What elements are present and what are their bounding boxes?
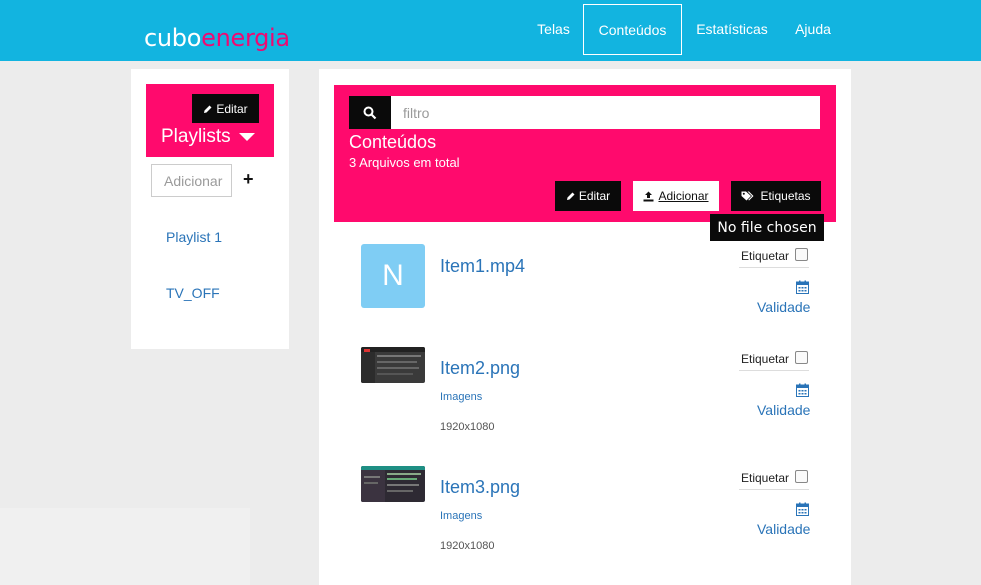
playlists-dropdown[interactable]: Playlists [161, 126, 255, 148]
search-icon [363, 106, 377, 119]
top-navbar: cuboenergia Telas Conteúdos Estatísticas… [0, 0, 981, 61]
tag-checkbox[interactable] [795, 351, 808, 364]
item-name[interactable]: Item3.png [440, 477, 520, 498]
playlists-panel: Editar Playlists + Playlist 1 TV_OFF [131, 69, 289, 349]
item-thumbnail[interactable]: N [361, 244, 425, 308]
playlists-title: Playlists [161, 126, 231, 147]
item-name[interactable]: Item2.png [440, 358, 520, 379]
calendar-icon[interactable] [796, 280, 809, 294]
content-header: Conteúdos 3 Arquivos em total Editar Adi… [334, 85, 836, 222]
add-content-button[interactable]: Adicionar [633, 181, 719, 211]
pencil-icon [566, 192, 575, 200]
nav-conteudos[interactable]: Conteúdos [583, 4, 682, 55]
item-thumbnail[interactable] [361, 347, 425, 383]
item-resolution: 1920x1080 [440, 421, 495, 433]
validity-link[interactable]: Validade [757, 402, 810, 418]
playlist-item[interactable]: Playlist 1 [166, 229, 222, 245]
item-category: Imagens [440, 510, 483, 522]
add-playlist-input[interactable] [151, 164, 232, 197]
validity-link[interactable]: Validade [757, 299, 810, 315]
add-content-label: Adicionar [658, 189, 709, 203]
brand-logo-part1: cubo [144, 24, 202, 52]
edit-content-button[interactable]: Editar [555, 181, 621, 211]
brand-logo-part2: energia [201, 24, 290, 52]
file-tooltip: No file chosen [710, 214, 824, 241]
item-category: Imagens [440, 391, 483, 403]
upload-icon [643, 191, 654, 201]
image-thumbnail [361, 466, 425, 502]
content-count: 3 Arquivos em total [349, 155, 460, 170]
tag-checkbox[interactable] [795, 470, 808, 483]
nav-telas[interactable]: Telas [526, 0, 581, 61]
filter-input[interactable] [391, 96, 820, 129]
content-panel: Conteúdos 3 Arquivos em total Editar Adi… [319, 69, 851, 585]
calendar-icon[interactable] [796, 502, 809, 516]
caret-down-icon [238, 133, 255, 141]
playlist-item[interactable]: TV_OFF [166, 285, 220, 301]
item-name[interactable]: Item1.mp4 [440, 256, 525, 277]
calendar-icon[interactable] [796, 383, 809, 397]
tags-icon [741, 191, 754, 201]
tags-label: Etiquetas [760, 189, 811, 203]
tags-button[interactable]: Etiquetas [731, 181, 821, 211]
pencil-icon [204, 105, 212, 113]
edit-playlists-label: Editar [216, 101, 248, 116]
edit-playlists-button[interactable]: Editar [192, 94, 259, 123]
plus-icon[interactable]: + [243, 169, 254, 190]
nav-ajuda[interactable]: Ajuda [786, 0, 840, 61]
brand-logo[interactable]: cuboenergia [144, 24, 290, 52]
thumb-letter: N [361, 244, 425, 308]
item-resolution: 1920x1080 [440, 540, 495, 552]
content-title: Conteúdos [349, 132, 437, 152]
playlists-header: Editar Playlists [146, 84, 274, 157]
image-thumbnail [361, 347, 425, 383]
validity-link[interactable]: Validade [757, 521, 810, 537]
item-thumbnail[interactable] [361, 466, 425, 502]
search-button[interactable] [349, 96, 391, 129]
background-shade [0, 508, 250, 585]
edit-content-label: Editar [578, 189, 611, 203]
tag-checkbox[interactable] [795, 248, 808, 261]
nav-estatisticas[interactable]: Estatísticas [687, 0, 777, 61]
